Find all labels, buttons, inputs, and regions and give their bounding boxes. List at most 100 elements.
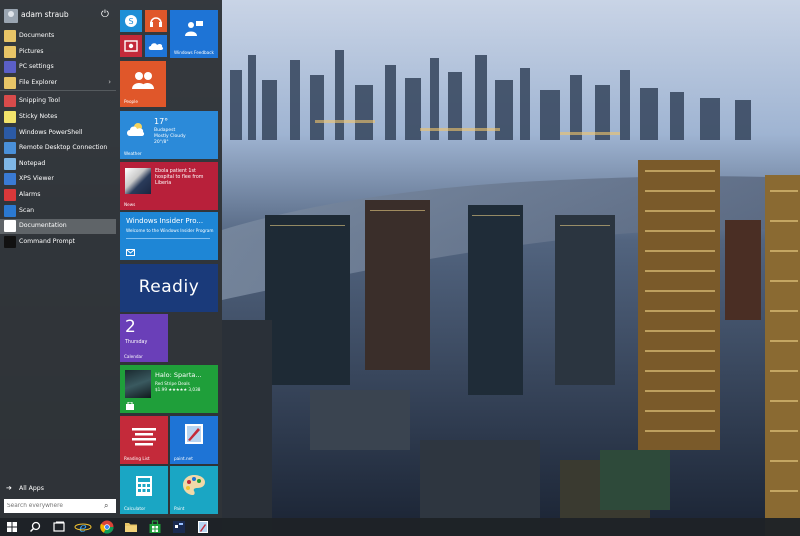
user-account[interactable]: adam straub ⏻ (0, 7, 116, 25)
menu-item-label: Alarms (19, 191, 41, 198)
menu-item-notepad[interactable]: Notepad (0, 157, 116, 172)
windows-logo-icon (7, 522, 17, 532)
chrome-icon (100, 520, 114, 534)
tile-label: Calculator (124, 506, 146, 511)
tile-windows-insider[interactable]: Windows Insider Pro... Welcome to the Wi… (120, 212, 218, 260)
halo-deal: Red Stripe Deals (155, 381, 190, 386)
cloud-icon (148, 43, 164, 50)
tile-fresh-paint[interactable]: Paint (170, 466, 218, 514)
arrow-right-icon: ➔ (6, 484, 12, 492)
notepad-icon (4, 157, 16, 170)
menu-item-sticky-notes[interactable]: Sticky Notes (0, 110, 116, 125)
snipping-tool-icon (4, 95, 16, 108)
task-view-icon (53, 521, 65, 532)
file-explorer-button[interactable] (121, 519, 141, 535)
tile-store-halo[interactable]: Halo: Sparta... Red Stripe Deals $1.99 ★… (120, 365, 218, 413)
remote-desktop-icon (4, 142, 16, 155)
menu-item-scan[interactable]: Scan (0, 204, 116, 219)
news-thumbnail (125, 168, 151, 194)
headphones-icon (150, 17, 162, 27)
scan-icon (4, 204, 16, 217)
menu-item-documentation[interactable]: Documentation (0, 219, 116, 235)
store-icon (149, 520, 161, 533)
start-menu: adam straub ⏻ Documents Pictures PC settin… (0, 0, 222, 518)
tile-video[interactable] (120, 35, 142, 57)
store-button[interactable] (145, 519, 165, 535)
app-tile-icon (173, 521, 185, 533)
taskbar: e (0, 518, 800, 536)
people-icon (132, 72, 154, 89)
start-button[interactable] (2, 519, 22, 535)
skype-icon: S (125, 15, 137, 27)
menu-item-pictures[interactable]: Pictures (0, 45, 116, 60)
menu-item-label: Pictures (19, 47, 44, 55)
tile-label: People (124, 99, 138, 104)
tile-label: News (124, 202, 136, 207)
menu-item-label: Snipping Tool (19, 97, 60, 105)
power-icon[interactable]: ⏻ (98, 8, 112, 22)
tile-people[interactable]: People (120, 61, 166, 107)
search-icon: ⌕ (104, 501, 109, 510)
tile-windows-feedback[interactable]: Windows Feedback (170, 10, 218, 58)
all-apps-button[interactable]: ➔ All Apps (0, 483, 116, 495)
menu-item-windows-powershell[interactable]: Windows PowerShell (0, 126, 116, 141)
tile-reading-list[interactable]: Reading List (120, 416, 168, 464)
calculator-icon (136, 476, 152, 496)
weather-range: 20°/8° (154, 140, 169, 145)
halo-thumbnail (125, 370, 151, 398)
tile-news[interactable]: Ebola patient 1st hospital to flee from … (120, 162, 218, 210)
insider-title: Windows Insider Pro... (126, 217, 204, 225)
menu-item-xps-viewer[interactable]: XPS Viewer (0, 172, 116, 187)
menu-item-command-prompt[interactable]: Command Prompt (0, 235, 116, 250)
menu-item-label: Documents (19, 32, 55, 39)
menu-item-label: Windows PowerShell (19, 128, 83, 136)
search-box[interactable]: ⌕ (4, 499, 116, 513)
folder-icon (4, 30, 16, 42)
feedback-icon (185, 21, 203, 36)
gear-icon (4, 61, 16, 74)
menu-item-label: Documentation (19, 222, 67, 230)
tile-paint-net[interactable]: paint.net (170, 416, 218, 464)
menu-item-alarms[interactable]: Alarms (0, 188, 116, 203)
all-apps-label: All Apps (19, 485, 44, 492)
paint-net-icon (185, 424, 203, 444)
menu-item-pc-settings[interactable]: PC settings (0, 60, 116, 75)
powershell-icon (4, 126, 16, 139)
app-button[interactable] (169, 519, 189, 535)
menu-item-documents[interactable]: Documents (0, 29, 116, 44)
palette-icon (183, 475, 205, 495)
tile-weather[interactable]: 17° Budapest Mostly Cloudy 20°/8° Weathe… (120, 111, 218, 159)
tile-readiy[interactable]: Readiy (120, 264, 218, 312)
chrome-button[interactable] (97, 519, 117, 535)
svg-text:e: e (79, 521, 87, 535)
search-icon (29, 521, 41, 533)
documentation-icon (4, 220, 16, 233)
xps-viewer-icon (4, 173, 16, 186)
menu-item-label: Remote Desktop Connection (19, 144, 108, 152)
chevron-right-icon[interactable]: › (108, 78, 111, 86)
tile-music[interactable] (145, 10, 167, 32)
menu-item-label: Command Prompt (19, 237, 75, 245)
search-input[interactable] (7, 500, 101, 512)
tile-onedrive[interactable] (145, 35, 167, 57)
file-explorer-icon (4, 76, 16, 89)
tile-calendar[interactable]: 2 Thursday Calendar (120, 314, 168, 362)
weather-condition: Mostly Cloudy (154, 134, 186, 139)
tile-calculator[interactable]: Calculator (120, 466, 168, 514)
menu-item-file-explorer[interactable]: File Explorer › (0, 76, 116, 91)
tile-skype[interactable]: S (120, 10, 142, 32)
internet-explorer-icon: e (74, 521, 92, 536)
weather-temp: 17° (154, 117, 169, 126)
tile-label: Calendar (124, 354, 143, 359)
weather-city: Budapest (154, 128, 176, 133)
menu-item-remote-desktop-connection[interactable]: Remote Desktop Connection (0, 141, 116, 156)
halo-price: $1.99 ★★★★★ 3,038 (155, 387, 201, 392)
task-view-button[interactable] (49, 519, 69, 535)
menu-item-label: File Explorer (19, 78, 58, 86)
internet-explorer-button[interactable]: e (73, 519, 93, 536)
paint-app-button[interactable] (193, 519, 213, 535)
menu-item-snipping-tool[interactable]: Snipping Tool (0, 94, 116, 109)
sticky-notes-icon (4, 111, 16, 123)
pictures-folder-icon (4, 45, 16, 58)
search-button[interactable] (25, 519, 45, 535)
